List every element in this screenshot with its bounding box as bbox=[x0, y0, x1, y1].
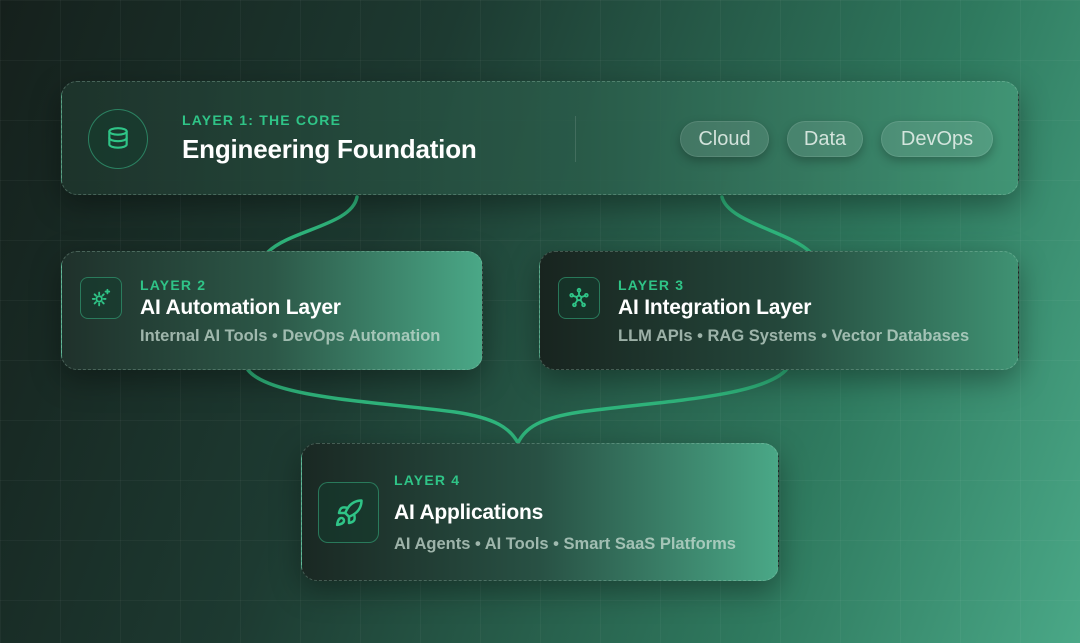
layer4-subtitle: AI Agents • AI Tools • Smart SaaS Platfo… bbox=[394, 535, 736, 553]
rocket-icon bbox=[318, 482, 379, 543]
layer4-title: AI Applications bbox=[394, 501, 544, 524]
connector-l1-l3 bbox=[720, 195, 812, 254]
layer4-card: LAYER 4 AI Applications AI Agents • AI T… bbox=[301, 443, 779, 581]
layer2-card: LAYER 2 AI Automation Layer Internal AI … bbox=[61, 251, 483, 370]
layer4-eyebrow: LAYER 4 bbox=[394, 472, 461, 488]
layer2-title: AI Automation Layer bbox=[140, 296, 341, 319]
gear-sparkle-icon bbox=[80, 277, 122, 319]
chip-devops: DevOps bbox=[881, 121, 993, 157]
connector-l2-l4 bbox=[246, 368, 520, 445]
chip-cloud: Cloud bbox=[680, 121, 769, 157]
layer3-title: AI Integration Layer bbox=[618, 296, 812, 319]
layer2-subtitle: Internal AI Tools • DevOps Automation bbox=[140, 327, 441, 345]
layer2-eyebrow: LAYER 2 bbox=[140, 277, 207, 293]
database-icon bbox=[88, 109, 148, 169]
layer1-eyebrow: LAYER 1: THE CORE bbox=[182, 112, 342, 128]
layer3-card: LAYER 3 AI Integration Layer LLM APIs • … bbox=[539, 251, 1019, 370]
layer1-card: LAYER 1: THE CORE Engineering Foundation… bbox=[61, 81, 1019, 195]
chip-data: Data bbox=[787, 121, 863, 157]
layer1-divider bbox=[575, 116, 576, 162]
layer3-subtitle: LLM APIs • RAG Systems • Vector Database… bbox=[618, 327, 970, 345]
connector-l3-l4 bbox=[516, 368, 788, 445]
connector-l1-l2 bbox=[266, 195, 359, 254]
layer1-title: Engineering Foundation bbox=[182, 134, 477, 164]
layer3-eyebrow: LAYER 3 bbox=[618, 277, 685, 293]
network-hub-icon bbox=[558, 277, 600, 319]
